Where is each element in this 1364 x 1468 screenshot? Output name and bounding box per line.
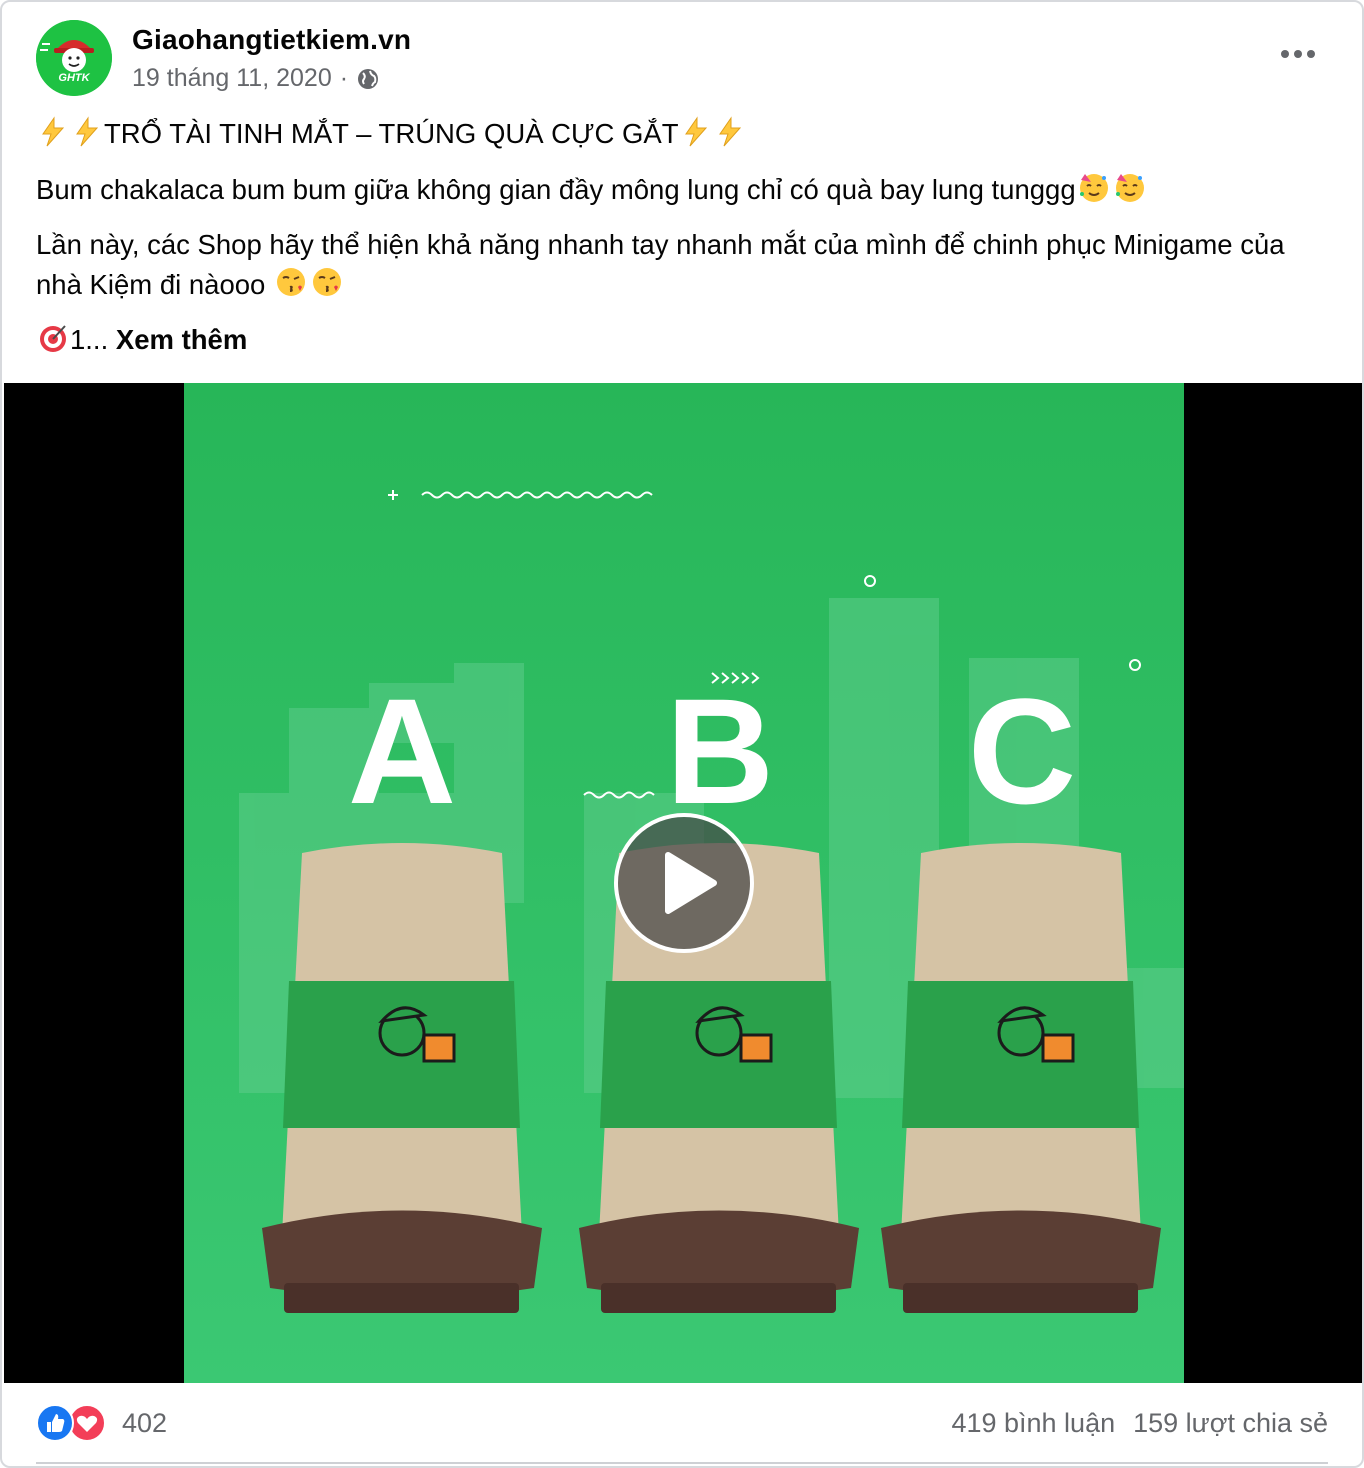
paragraph-2-text: Lần này, các Shop hãy thể hiện khả năng …: [36, 229, 1285, 300]
kiss-face-icon: [276, 268, 305, 296]
letter-a: A: [348, 667, 456, 835]
post-teaser: 1... Xem thêm: [36, 320, 1332, 360]
target-icon: [40, 325, 66, 352]
comments-count-link[interactable]: 419 bình luận: [951, 1408, 1115, 1439]
play-button[interactable]: [614, 813, 754, 953]
post-footer: 402 419 bình luận 159 lượt chia sẻ: [36, 1388, 1328, 1464]
headline-text: TRỔ TÀI TINH MẮT – TRÚNG QUÀ CỰC GẮT: [104, 118, 679, 149]
post-card: GHTK Giaohangtietkiem.vn 19 tháng 11, 20…: [0, 0, 1364, 1468]
cup-c: [881, 843, 1161, 1313]
post-headline: TRỔ TÀI TINH MẮT – TRÚNG QUÀ CỰC GẮT: [36, 114, 1332, 154]
post-paragraph-1: Bum chakalaca bum bum giữa không gian đầ…: [36, 170, 1332, 210]
video-player[interactable]: A B C: [4, 383, 1362, 1383]
lightning-icon: [684, 116, 707, 147]
page-name-link[interactable]: Giaohangtietkiem.vn: [132, 24, 411, 56]
lightning-icon: [76, 116, 99, 147]
post-paragraph-2: Lần này, các Shop hãy thể hiện khả năng …: [36, 225, 1332, 305]
globe-icon[interactable]: [356, 67, 380, 91]
engagement-stats: 419 bình luận 159 lượt chia sẻ: [951, 1408, 1328, 1439]
reactions-summary[interactable]: 402: [36, 1404, 167, 1442]
shares-count-link[interactable]: 159 lượt chia sẻ: [1133, 1408, 1328, 1439]
party-face-icon: [1115, 174, 1144, 202]
ghtk-logo-icon: [36, 20, 112, 96]
more-options-button[interactable]: [1274, 36, 1322, 72]
post-meta: 19 tháng 11, 2020 ·: [132, 64, 380, 93]
meta-separator: ·: [339, 64, 349, 92]
see-more-link[interactable]: Xem thêm: [116, 324, 247, 355]
play-icon: [665, 852, 717, 914]
lightning-icon: [42, 116, 65, 147]
page-avatar[interactable]: GHTK: [36, 20, 112, 96]
post-header: GHTK Giaohangtietkiem.vn 19 tháng 11, 20…: [34, 18, 1330, 102]
reaction-count: 402: [122, 1407, 168, 1438]
cup-a: [262, 843, 542, 1313]
post-date-link[interactable]: 19 tháng 11, 2020: [132, 64, 332, 93]
letter-c: C: [968, 667, 1076, 835]
lightning-icon: [718, 116, 741, 147]
party-face-icon: [1079, 174, 1108, 202]
paragraph-1-text: Bum chakalaca bum bum giữa không gian đầ…: [36, 174, 1076, 205]
avatar-label: GHTK: [58, 72, 90, 84]
teaser-text: 1...: [70, 324, 109, 355]
more-icon: [1281, 50, 1289, 58]
like-icon: [36, 1404, 74, 1442]
kiss-face-icon: [312, 268, 341, 296]
letter-b: B: [666, 667, 774, 835]
